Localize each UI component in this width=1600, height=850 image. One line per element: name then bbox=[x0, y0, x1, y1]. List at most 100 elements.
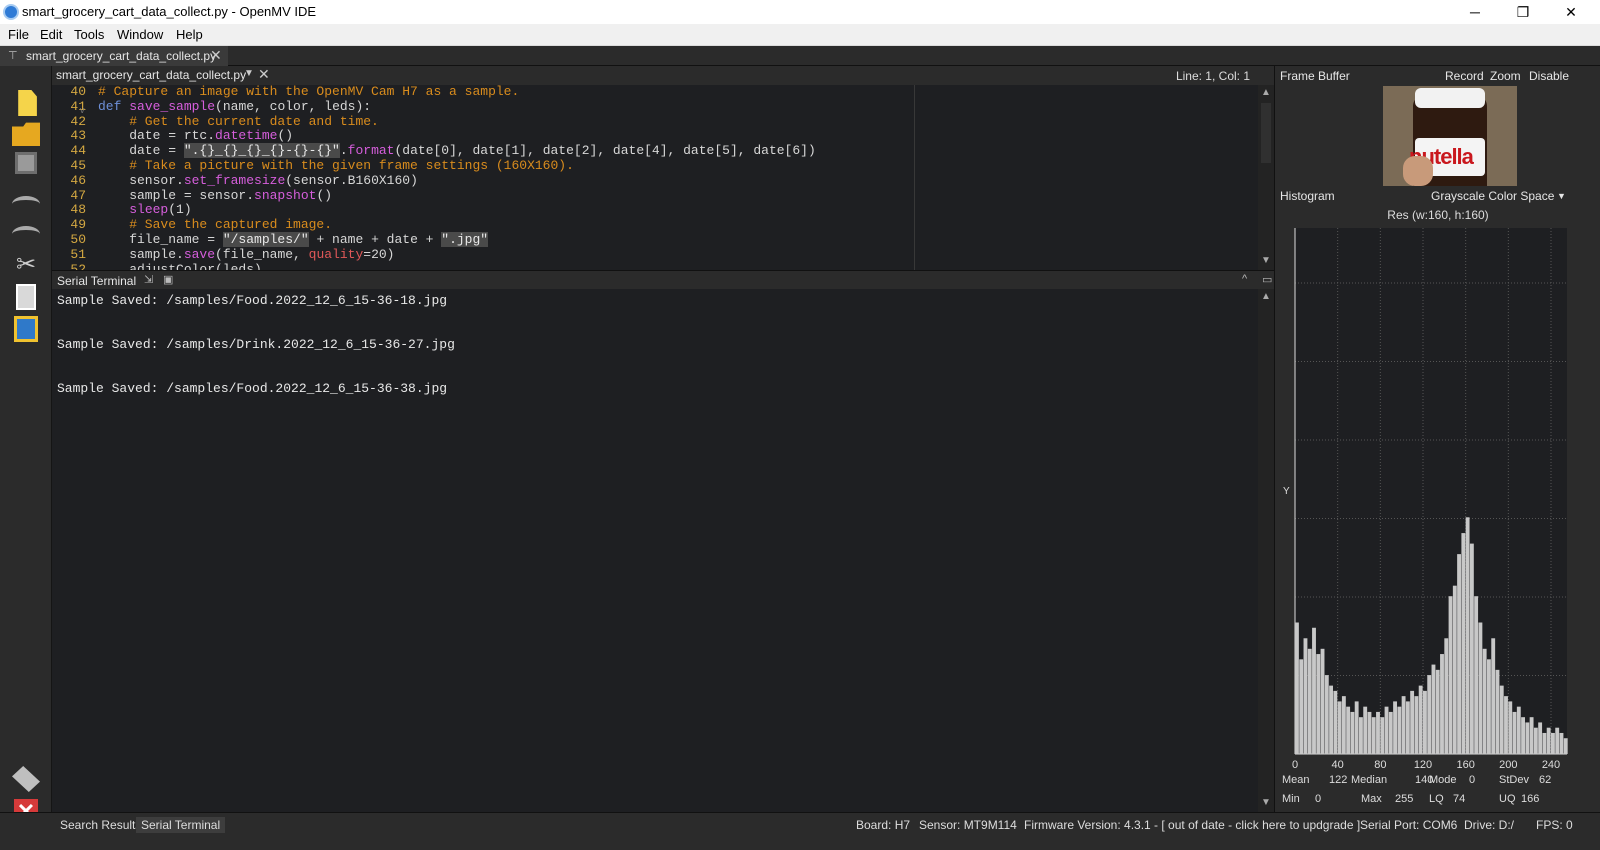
code-token: ".jpg" bbox=[441, 231, 489, 247]
histogram-bar bbox=[1423, 690, 1427, 754]
histogram-bar bbox=[1324, 675, 1329, 754]
open-folder-icon[interactable] bbox=[12, 122, 40, 146]
mode-value: 0 bbox=[1469, 774, 1476, 786]
code-token: set_framesize bbox=[183, 172, 286, 188]
code-line[interactable]: # Capture an image with the OpenMV Cam H… bbox=[98, 85, 1248, 100]
menu-file[interactable]: File bbox=[8, 27, 29, 42]
serial-terminal-tab[interactable]: Serial Terminal bbox=[136, 817, 226, 833]
code-editor[interactable]: 40 41 42 43 44 45 46 47 48 49 50 51 52 v # Capture a… bbox=[52, 85, 1258, 270]
document-selector[interactable]: smart_grocery_cart_data_collect.py bbox=[56, 68, 246, 82]
firmware-upgrade-link[interactable]: Firmware Version: 4.3.1 - [ out of date … bbox=[1024, 818, 1360, 832]
code-line[interactable]: sample.save(file_name, quality=20) bbox=[98, 246, 1248, 263]
min-label: Min bbox=[1282, 793, 1300, 805]
x-tick-label: 240 bbox=[1542, 759, 1560, 771]
histogram-bar bbox=[1478, 622, 1483, 754]
document-dropdown-icon[interactable]: ▼ bbox=[244, 68, 254, 79]
code-lines[interactable]: # Capture an image with the OpenMV Cam H… bbox=[98, 85, 1248, 270]
scrollbar-thumb[interactable] bbox=[1261, 103, 1271, 163]
jar-lid bbox=[1415, 88, 1485, 108]
restore-button[interactable]: ❐ bbox=[1500, 0, 1546, 24]
search-results-tab[interactable]: Search Results bbox=[55, 817, 146, 833]
record-button[interactable]: Record bbox=[1445, 69, 1484, 83]
histogram-bar bbox=[1499, 685, 1504, 754]
line-number: 41 bbox=[70, 98, 86, 114]
disable-button[interactable]: Disable bbox=[1529, 69, 1569, 83]
code-line[interactable]: date = rtc.datetime() bbox=[98, 128, 1248, 144]
menu-tools[interactable]: Tools bbox=[74, 27, 104, 42]
x-tick-label: 160 bbox=[1456, 759, 1474, 771]
file-tab-close-button[interactable]: ✕ bbox=[210, 47, 222, 64]
code-token: () bbox=[316, 187, 333, 203]
code-line[interactable]: adjustColor(leds) bbox=[98, 262, 1248, 270]
pin-icon: ⊤ bbox=[8, 50, 18, 62]
document-close-button[interactable]: ✕ bbox=[258, 66, 270, 83]
color-space-select[interactable]: Grayscale Color Space bbox=[1431, 189, 1554, 203]
file-tab[interactable]: ⊤ smart_grocery_cart_data_collect.py ✕ bbox=[0, 46, 228, 66]
x-tick-label: 40 bbox=[1332, 759, 1344, 771]
histogram-bar bbox=[1333, 690, 1338, 754]
terminal-scrollbar[interactable]: ▲ ▼ bbox=[1258, 289, 1274, 812]
line-number: 42 bbox=[70, 113, 86, 129]
line-number: 51 bbox=[70, 246, 86, 262]
histogram-bar bbox=[1397, 706, 1402, 754]
max-label: Max bbox=[1361, 793, 1382, 805]
code-token: # Get the current date and time. bbox=[98, 113, 379, 129]
menu-help[interactable]: Help bbox=[176, 27, 203, 42]
histogram-bar bbox=[1359, 717, 1363, 754]
collapse-icon[interactable]: ^ bbox=[1242, 273, 1247, 285]
save-icon[interactable] bbox=[15, 152, 37, 174]
redo-icon[interactable] bbox=[12, 226, 40, 242]
line-number: 43 bbox=[70, 128, 86, 144]
code-token: sample = sensor. bbox=[98, 187, 255, 203]
code-token: quality bbox=[308, 246, 364, 262]
code-line[interactable]: sleep(1) bbox=[98, 202, 1248, 218]
histogram-bar bbox=[1512, 711, 1517, 754]
editor-scrollbar[interactable]: ▲ ▼ bbox=[1258, 85, 1274, 270]
code-line[interactable]: date = ".{}_{}_{}_{}-{}-{}".format(date[… bbox=[98, 143, 1248, 159]
status-bar: Search Results Serial Terminal Board: H7… bbox=[0, 812, 1600, 850]
line-number: 46 bbox=[70, 172, 86, 188]
scroll-up-icon[interactable]: ▲ bbox=[1261, 291, 1271, 302]
zoom-button[interactable]: Zoom bbox=[1490, 69, 1521, 83]
histogram-bar bbox=[1431, 664, 1436, 754]
clear-terminal-icon[interactable]: ⇲ bbox=[144, 273, 153, 286]
chevron-down-icon[interactable]: ▼ bbox=[1557, 191, 1566, 201]
histogram-bar bbox=[1444, 638, 1449, 754]
line-number-gutter: 40 41 42 43 44 45 46 47 48 49 50 51 52 bbox=[52, 85, 92, 270]
code-line[interactable]: # Get the current date and time. bbox=[98, 113, 1248, 130]
histogram-bar bbox=[1341, 696, 1346, 754]
code-line[interactable]: sample = sensor.snapshot() bbox=[98, 187, 1248, 204]
hand-shape bbox=[1403, 156, 1433, 186]
minimize-button[interactable]: ─ bbox=[1452, 0, 1498, 24]
serial-terminal-output[interactable]: Sample Saved: /samples/Food.2022_12_6_15… bbox=[52, 289, 1258, 812]
new-file-icon[interactable] bbox=[18, 90, 37, 116]
code-line[interactable]: def save_sample(name, color, leds): bbox=[98, 99, 1248, 115]
code-token: snapshot bbox=[254, 187, 317, 203]
code-token: . bbox=[339, 143, 348, 159]
code-line[interactable]: # Take a picture with the given frame se… bbox=[98, 158, 1248, 174]
histogram-svg: 0 40 80 120 160 200 240 Y bbox=[1283, 228, 1568, 771]
close-window-button[interactable]: ✕ bbox=[1548, 0, 1594, 24]
x-tick-label: 0 bbox=[1292, 759, 1298, 771]
paste-icon[interactable] bbox=[14, 316, 38, 342]
scroll-down-icon[interactable]: ▼ bbox=[1261, 255, 1271, 266]
menu-edit[interactable]: Edit bbox=[40, 27, 62, 42]
scroll-down-icon[interactable]: ▼ bbox=[1261, 797, 1271, 808]
save-terminal-icon[interactable]: ▣ bbox=[163, 273, 173, 286]
scroll-up-icon[interactable]: ▲ bbox=[1261, 87, 1271, 98]
code-token: "/samples/" bbox=[222, 231, 309, 247]
openmv-app-icon bbox=[3, 4, 19, 20]
menu-window[interactable]: Window bbox=[117, 27, 163, 42]
histogram-chart: 0 40 80 120 160 200 240 Y Mean 122 Median 140 M… bbox=[1275, 224, 1600, 812]
code-line[interactable]: file_name = "/samples/" + name + date + … bbox=[98, 231, 1248, 248]
code-line[interactable]: sensor.set_framesize(sensor.B160X160) bbox=[98, 172, 1248, 189]
connect-icon[interactable] bbox=[12, 766, 40, 792]
cut-icon[interactable]: ✂ bbox=[12, 252, 40, 278]
max-value: 255 bbox=[1395, 793, 1414, 805]
fold-marker-icon[interactable]: v bbox=[80, 105, 85, 115]
copy-icon[interactable] bbox=[16, 284, 36, 310]
histogram-bar bbox=[1491, 638, 1496, 754]
code-line[interactable]: # Save the captured image. bbox=[98, 217, 1248, 233]
float-panel-icon[interactable]: ▭ bbox=[1262, 273, 1272, 286]
undo-icon[interactable] bbox=[12, 196, 40, 212]
